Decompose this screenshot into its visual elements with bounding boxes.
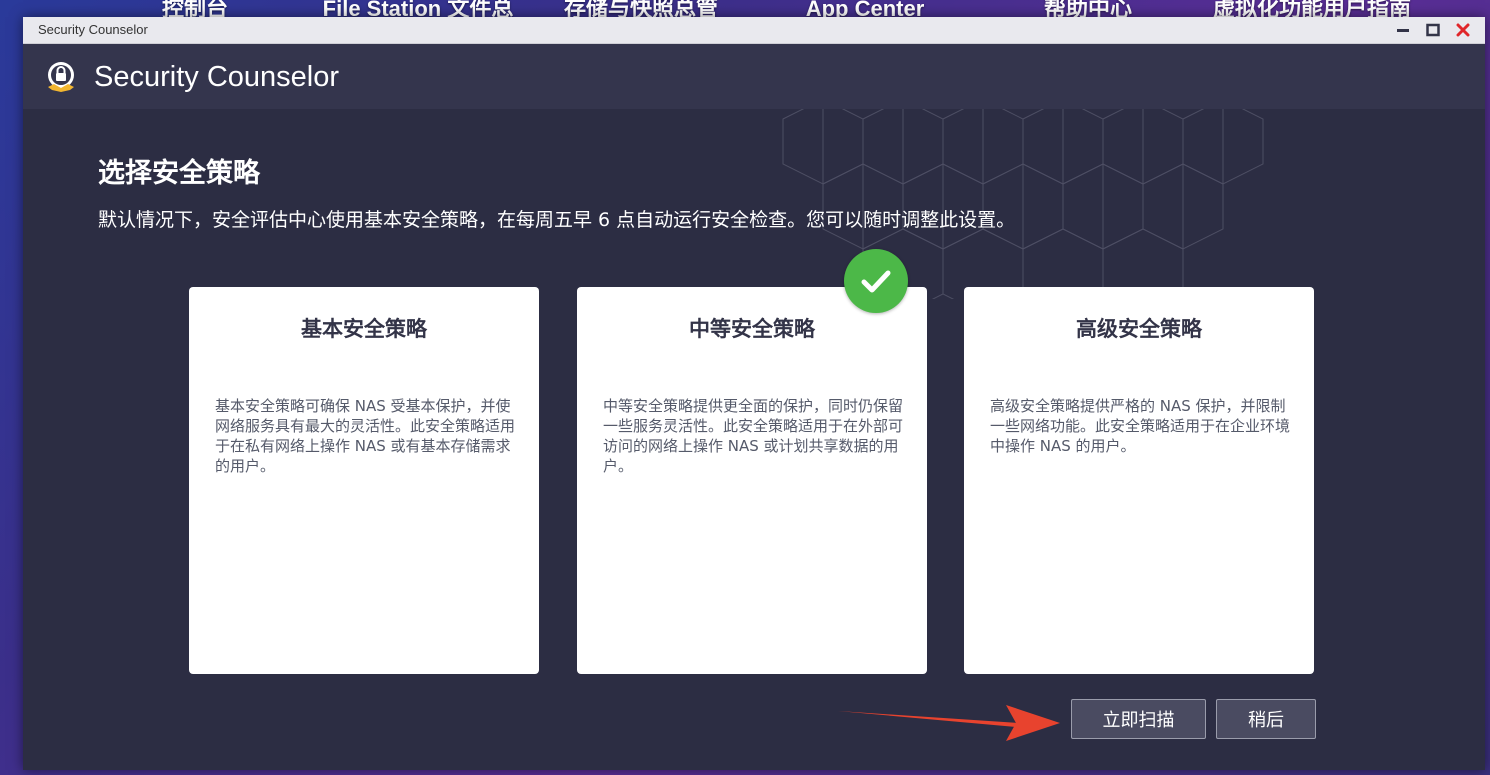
later-button[interactable]: 稍后: [1216, 699, 1316, 739]
app-title: Security Counselor: [94, 61, 339, 93]
minimize-icon: [1397, 29, 1409, 32]
app-header: Security Counselor: [23, 44, 1485, 109]
window-titlebar[interactable]: Security Counselor: [23, 17, 1485, 44]
selected-check-badge: [844, 249, 908, 313]
red-arrow-annotation: [838, 705, 1060, 741]
minimize-button[interactable]: [1393, 20, 1413, 40]
section-description: 默认情况下，安全评估中心使用基本安全策略，在每周五早 6 点自动运行安全检查。您…: [98, 209, 1016, 231]
policy-card-medium[interactable]: 中等安全策略 中等安全策略提供更全面的保护，同时仍保留一些服务灵活性。此安全策略…: [577, 287, 927, 674]
policy-card-title: 中等安全策略: [689, 317, 815, 341]
security-counselor-window: Security Counselor Security Counselor 选择…: [23, 17, 1485, 770]
policy-card-basic[interactable]: 基本安全策略 基本安全策略可确保 NAS 受基本保护，并使网络服务具有最大的灵活…: [189, 287, 539, 674]
check-icon: [861, 270, 891, 293]
policy-card-description: 基本安全策略可确保 NAS 受基本保护，并使网络服务具有最大的灵活性。此安全策略…: [215, 397, 516, 475]
security-shield-icon: [48, 62, 74, 92]
section-title: 选择安全策略: [98, 158, 260, 189]
maximize-icon: [1426, 23, 1440, 37]
scan-now-button[interactable]: 立即扫描: [1071, 699, 1206, 739]
hexagon-pattern-background: [782, 109, 1264, 299]
window-controls: [1393, 20, 1473, 40]
window-title: Security Counselor: [38, 22, 148, 37]
maximize-button[interactable]: [1423, 20, 1443, 40]
close-icon: [1456, 23, 1470, 37]
policy-card-description: 中等安全策略提供更全面的保护，同时仍保留一些服务灵活性。此安全策略适用于在外部可…: [603, 397, 904, 475]
close-button[interactable]: [1453, 20, 1473, 40]
policy-card-advanced[interactable]: 高级安全策略 高级安全策略提供严格的 NAS 保护，并限制一些网络功能。此安全策…: [964, 287, 1314, 674]
policy-card-title: 高级安全策略: [1076, 317, 1202, 341]
policy-card-title: 基本安全策略: [301, 317, 427, 341]
policy-card-description: 高级安全策略提供严格的 NAS 保护，并限制一些网络功能。此安全策略适用于在企业…: [990, 397, 1291, 455]
policy-content: 选择安全策略 默认情况下，安全评估中心使用基本安全策略，在每周五早 6 点自动运…: [23, 109, 1485, 770]
